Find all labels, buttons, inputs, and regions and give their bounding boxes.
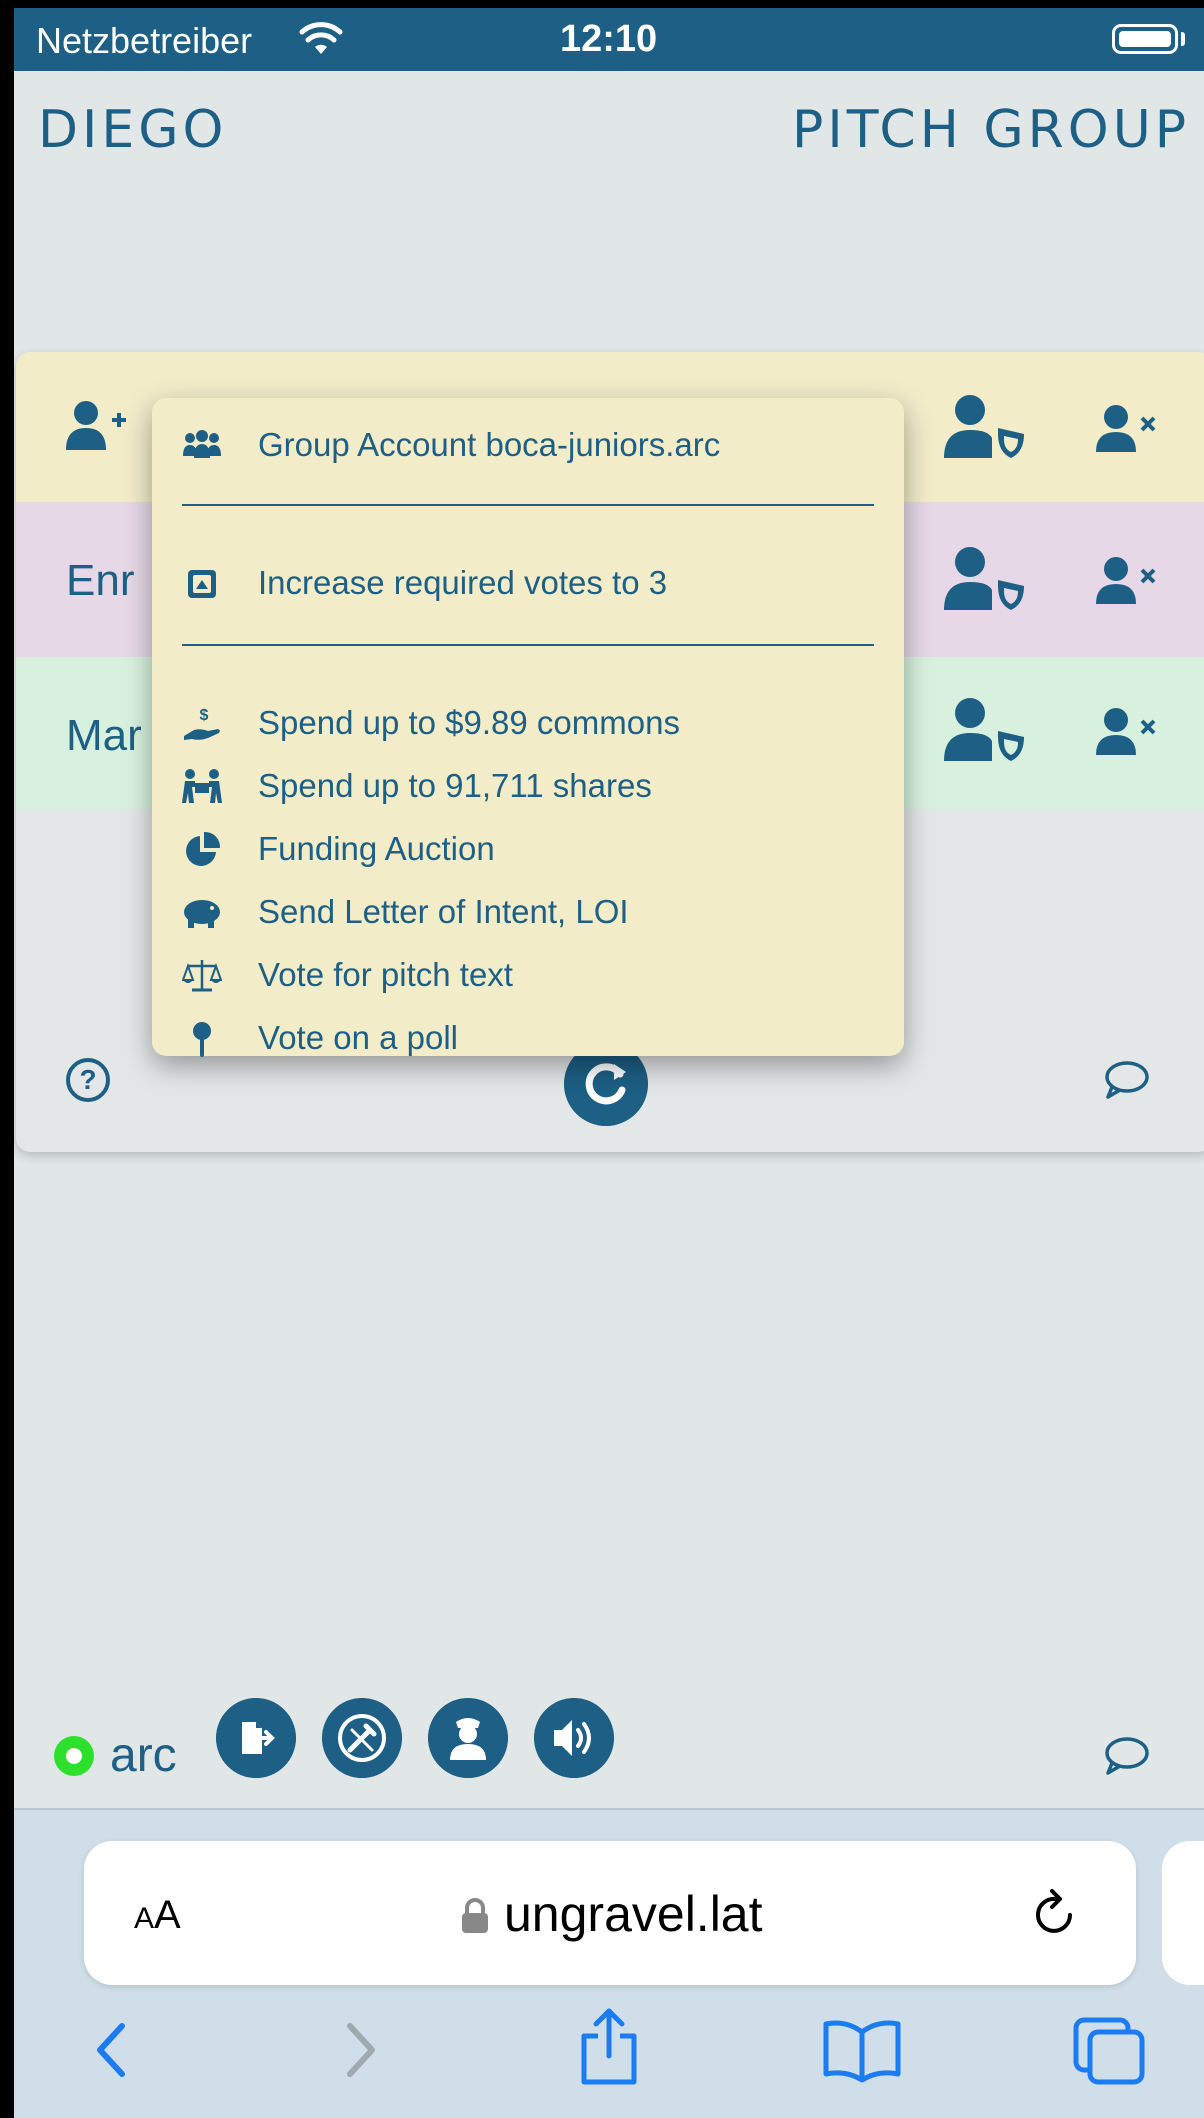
map-pin-icon [193,1022,211,1057]
wifi-icon [299,22,343,54]
clock: 12:10 [560,18,658,60]
member-name: Enr [66,556,135,605]
menu-divider [182,504,874,506]
menu-item-spend-commons[interactable]: $ Spend up to $9.89 commons [152,696,904,752]
logout-button[interactable] [216,1698,296,1778]
sound-button[interactable] [534,1698,614,1778]
tabs-icon[interactable] [1072,2016,1146,2086]
back-icon[interactable] [86,2020,136,2080]
menu-item-group-account[interactable]: Group Account boca-juniors.arc [152,418,904,474]
remove-user-icon[interactable] [1096,707,1158,757]
people-carry-icon [182,769,222,803]
status-bar: Netzbetreiber 12:10 [14,8,1204,71]
carrier-label: Netzbetreiber [36,20,253,61]
svg-text:$: $ [200,707,209,724]
menu-item-label: Funding Auction [258,830,495,867]
chat-icon[interactable] [1104,1060,1150,1100]
battery-icon [1112,24,1178,54]
online-status-icon [54,1736,94,1776]
menu-item-spend-shares[interactable]: Spend up to 91,711 shares [152,759,904,815]
scale-icon [182,960,222,992]
user-shield-icon[interactable] [944,697,1026,763]
bookmarks-icon[interactable] [822,2018,902,2084]
help-icon[interactable]: ? [66,1058,110,1102]
piggy-icon [184,900,220,928]
menu-item-label: Vote for pitch text [258,956,513,993]
user-shield-icon[interactable] [944,394,1026,460]
menu-item-vote-pitch-text[interactable]: Vote for pitch text [152,948,904,1004]
menu-item-vote-poll[interactable]: Vote on a poll [152,1011,904,1067]
remove-user-icon[interactable] [1096,404,1158,454]
battery-tip [1181,32,1185,46]
square-up-icon [188,570,216,598]
menu-item-label: Vote on a poll [258,1019,458,1056]
tools-button[interactable] [322,1698,402,1778]
menu-item-label: Spend up to 91,711 shares [258,767,652,804]
chat-icon[interactable] [1104,1736,1150,1776]
page-title: PITCH GROUP [792,100,1191,160]
menu-item-label: Increase required votes to 3 [258,564,668,601]
menu-item-increase-votes[interactable]: Increase required votes to 3 [152,556,904,612]
app-screen: Netzbetreiber 12:10 DIEGO PITCH GROUP En… [14,8,1204,2118]
menu-item-label: Spend up to $9.89 commons [258,704,680,741]
group-icon [183,430,221,458]
hand-dollar-icon: $ [184,707,220,740]
menu-item-send-loi[interactable]: Send Letter of Intent, LOI [152,885,904,941]
menu-item-funding-auction[interactable]: Funding Auction [152,822,904,878]
address-bar[interactable]: AA ungravel.lat [84,1841,1136,1985]
text-size-button[interactable]: AA [134,1893,181,1938]
user-shield-icon[interactable] [944,546,1026,612]
add-user-icon[interactable] [66,400,128,452]
browser-toolbar: AA ungravel.lat [14,1808,1204,2118]
menu-divider [182,644,874,646]
reload-icon[interactable] [1030,1885,1082,1941]
url-text: ungravel.lat [504,1886,763,1942]
menu-item-label: Group Account boca-juniors.arc [258,426,721,463]
forward-icon[interactable] [336,2020,386,2080]
menu-item-label: Send Letter of Intent, LOI [258,893,629,930]
lock-icon [462,1898,488,1933]
share-icon[interactable] [576,2006,642,2086]
remove-user-icon[interactable] [1096,556,1158,606]
member-name: Mar [66,711,142,760]
actions-popup-menu: Group Account boca-juniors.arc Increase … [152,398,904,1057]
next-tab-preview[interactable] [1162,1841,1204,1985]
agent-button[interactable] [428,1698,508,1778]
user-name-header[interactable]: DIEGO [38,100,227,160]
pie-chart-icon [186,831,221,866]
network-label: arc [110,1729,177,1782]
